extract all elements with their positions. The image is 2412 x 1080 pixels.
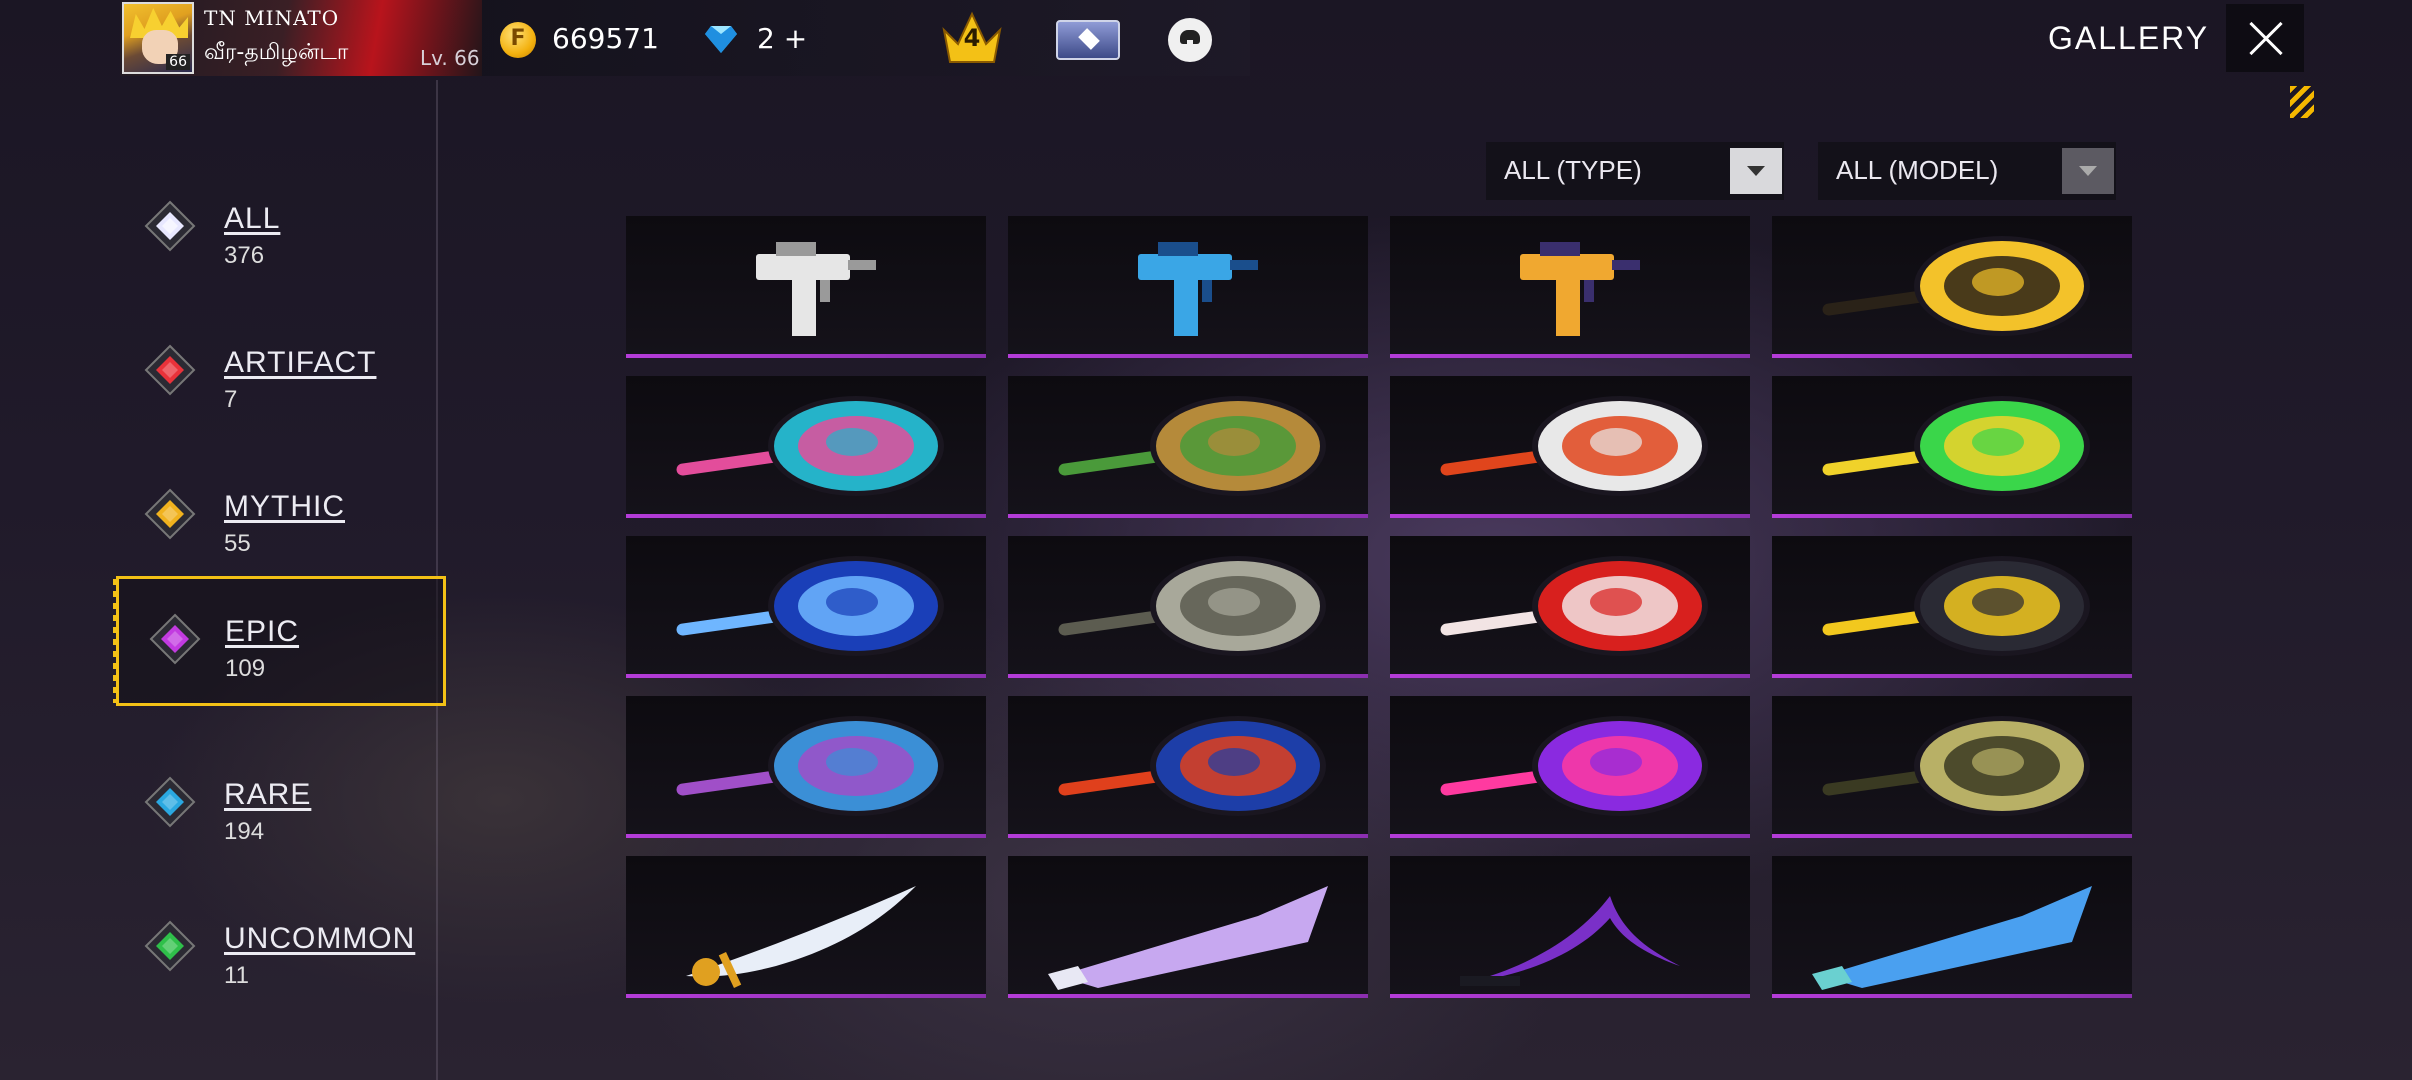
category-label: EPIC [225, 615, 300, 648]
pan-skin-icon [1440, 716, 1708, 816]
avatar[interactable]: 66 [122, 2, 194, 74]
cloud-upload-icon[interactable] [1168, 18, 1212, 62]
item-tile[interactable] [1390, 216, 1750, 358]
chevron-down-icon[interactable] [2062, 148, 2114, 194]
category-uncommon[interactable]: UNCOMMON 11 [112, 884, 442, 1008]
item-tile[interactable] [626, 536, 986, 678]
pan-skin-icon [1440, 396, 1708, 496]
category-count: 109 [225, 655, 266, 682]
pan-skin-icon [1440, 556, 1708, 656]
type-filter-label: ALL (TYPE) [1504, 155, 1642, 185]
item-tile[interactable] [1390, 376, 1750, 518]
avatar-level-badge: 66 [166, 54, 190, 70]
item-tile[interactable] [1772, 696, 2132, 838]
gem-icon [144, 200, 196, 252]
item-tile[interactable] [1008, 856, 1368, 998]
item-tile[interactable] [1390, 536, 1750, 678]
top-bar: 66 TN MINATO வீர-தமிழன்டா Lv. 66 F 66957… [0, 0, 2412, 118]
pan-skin-icon [1058, 556, 1326, 656]
gem-icon [149, 613, 201, 665]
item-tile[interactable] [626, 376, 986, 518]
item-tile[interactable] [626, 216, 986, 358]
category-count: 55 [224, 530, 251, 557]
category-label: UNCOMMON [224, 922, 416, 955]
category-mythic[interactable]: MYTHIC 55 [112, 452, 442, 576]
item-tile[interactable] [1008, 536, 1368, 678]
item-tile[interactable] [1772, 856, 2132, 998]
category-count: 376 [224, 242, 265, 269]
item-tile[interactable] [1772, 376, 2132, 518]
gem-icon [144, 776, 196, 828]
cleaver-skin-icon [1048, 886, 1328, 990]
pan-skin-icon [1058, 716, 1326, 816]
model-filter-label: ALL (MODEL) [1836, 155, 1999, 185]
pan-skin-icon [1822, 716, 2090, 816]
category-all[interactable]: ALL 376 [112, 164, 442, 288]
page-title: GALLERY [2048, 20, 2210, 56]
model-filter-dropdown[interactable]: ALL (MODEL) [1818, 142, 2116, 200]
item-tile[interactable] [1390, 856, 1750, 998]
category-count: 11 [224, 962, 249, 989]
gem-icon [144, 344, 196, 396]
diamond-icon [705, 26, 737, 53]
item-tile[interactable] [626, 856, 986, 998]
category-artifact[interactable]: ARTIFACT 7 [112, 308, 442, 432]
item-tile[interactable] [1008, 696, 1368, 838]
corner-decoration [2290, 86, 2314, 118]
gold-count: 669571 [552, 22, 659, 55]
category-label: RARE [224, 778, 312, 811]
item-tile[interactable] [1772, 216, 2132, 358]
gun-skin-icon [756, 242, 876, 336]
gold-coin-icon: F [500, 22, 536, 58]
item-tile[interactable] [1390, 696, 1750, 838]
category-label: MYTHIC [224, 490, 345, 523]
pan-skin-icon [1058, 396, 1326, 496]
pan-skin-icon [1822, 396, 2090, 496]
player-name: வீர-தமிழன்டா [204, 40, 349, 65]
type-filter-dropdown[interactable]: ALL (TYPE) [1486, 142, 1784, 200]
category-rare[interactable]: RARE 194 [112, 740, 442, 864]
cleaver-skin-icon [1812, 886, 2092, 990]
item-tile[interactable] [1772, 536, 2132, 678]
gun-skin-icon [1138, 242, 1258, 336]
item-tile[interactable] [626, 696, 986, 838]
pan-skin-icon [676, 556, 944, 656]
blade-skin-icon [686, 886, 916, 989]
category-epic[interactable]: EPIC 109 [113, 576, 446, 706]
pan-skin-icon [676, 716, 944, 816]
category-label: ALL [224, 202, 281, 235]
player-level: Lv. 66 [420, 46, 480, 70]
chevron-down-icon[interactable] [1730, 148, 1782, 194]
pan-skin-icon [676, 396, 944, 496]
category-count: 194 [224, 818, 265, 845]
pan-skin-icon [1822, 236, 2090, 336]
rank-crown-icon[interactable]: 4 [940, 10, 1004, 68]
clan-tag: TN MINATO [204, 6, 340, 30]
rank-number: 4 [963, 24, 981, 52]
player-profile[interactable]: 66 TN MINATO வீர-தமிழன்டா Lv. 66 [120, 0, 482, 76]
gem-icon [144, 488, 196, 540]
category-sidebar: ALL 376 ARTIFACT 7 MYTHIC 55 EPIC 109 RA… [0, 80, 446, 1080]
close-button[interactable] [2226, 4, 2304, 72]
item-tile[interactable] [1008, 216, 1368, 358]
category-label: ARTIFACT [224, 346, 377, 379]
item-tile[interactable] [1008, 376, 1368, 518]
pan-skin-icon [1822, 556, 2090, 656]
scythe-skin-icon [1460, 896, 1680, 986]
gem-icon [144, 920, 196, 972]
diamond-count[interactable]: 2 + [757, 22, 807, 55]
category-count: 7 [224, 386, 238, 413]
membership-card-icon[interactable] [1056, 20, 1120, 60]
gun-skin-icon [1520, 242, 1640, 336]
